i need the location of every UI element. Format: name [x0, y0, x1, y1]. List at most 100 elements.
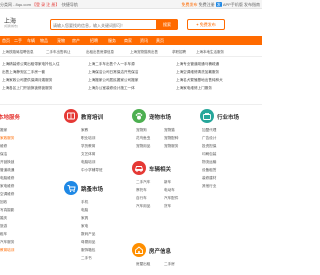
category-item[interactable]: 电脑维修: [0, 176, 14, 181]
category-item[interactable]: 学历教育: [81, 144, 95, 149]
featured-link[interactable]: 上海搬家公司居民搬家公司搬家: [88, 76, 170, 84]
category-item[interactable]: 货车: [164, 204, 171, 209]
category-item[interactable]: 加盟代理: [202, 128, 216, 133]
nav-item-pets[interactable]: 宠物: [57, 38, 65, 44]
category-item[interactable]: 宠物服务: [164, 144, 178, 149]
category-title[interactable]: 本地服务: [0, 113, 20, 121]
category-item[interactable]: 宠物用品: [136, 144, 150, 149]
category-header[interactable]: 车辆相关: [132, 160, 196, 178]
category-item[interactable]: 写真摄影: [0, 208, 14, 213]
category-item[interactable]: 开锁换锁: [0, 160, 14, 165]
strip-link[interactable]: 求职招聘: [172, 50, 186, 55]
category-title[interactable]: 跳蚤市场: [81, 185, 103, 193]
strip-link[interactable]: 上海铁路局招聘信息: [2, 50, 34, 55]
category-item[interactable]: 旅游: [0, 224, 7, 229]
guide-link[interactable]: 发布指南: [244, 2, 260, 7]
category-header[interactable]: 本地服务: [0, 108, 46, 126]
category-item[interactable]: 新车: [164, 180, 171, 185]
category-item[interactable]: 房屋出租: [136, 262, 150, 267]
category-item[interactable]: 电脑培训: [81, 160, 95, 165]
category-item[interactable]: 手机: [81, 200, 88, 205]
nav-item-vehicle[interactable]: 车辆: [27, 38, 35, 44]
featured-link[interactable]: 上海精装修公寓出租带家电拎包入住: [2, 60, 82, 68]
category-item[interactable]: 投资担保: [202, 144, 216, 149]
featured-link[interactable]: 上海专业管道疏通马桶疏通: [176, 60, 260, 68]
strip-link[interactable]: 出租出售房源信息: [86, 50, 114, 55]
featured-link[interactable]: 上海家政公司提供保姆月嫂服务: [2, 76, 82, 84]
category-item[interactable]: 维修: [0, 144, 7, 149]
featured-link[interactable]: 出售上海静安区二手房一套: [2, 68, 82, 76]
category-title[interactable]: 教育培训: [81, 113, 103, 121]
register-free-link[interactable]: 免费注册: [199, 2, 215, 7]
category-item[interactable]: 宠物狗: [136, 128, 147, 133]
register-link[interactable]: 注 册】: [46, 2, 59, 7]
post-button[interactable]: + 免费发布: [187, 19, 225, 30]
category-item[interactable]: 管道疏通: [0, 168, 14, 173]
category-item[interactable]: 文艺体育: [81, 152, 95, 157]
featured-link[interactable]: 上海名犬繁殖基地出售纯种犬: [176, 76, 260, 84]
category-item[interactable]: 家电维修: [0, 184, 14, 189]
category-item[interactable]: 中小学辅导班: [81, 168, 103, 173]
category-item[interactable]: 服饰箱包: [81, 248, 95, 253]
strip-link[interactable]: 上海宠物猫狗出售: [130, 50, 158, 55]
category-item[interactable]: 职业培训: [81, 136, 95, 141]
category-title[interactable]: 行业市场: [217, 113, 239, 121]
free-post-link[interactable]: 免费发布: [181, 2, 197, 7]
nav-item-jobs[interactable]: 招聘: [90, 38, 98, 44]
category-header[interactable]: 行业市场: [200, 108, 262, 126]
category-item[interactable]: 宠物猫: [164, 128, 175, 133]
category-item[interactable]: 物流运输: [202, 160, 216, 165]
search-input[interactable]: [53, 21, 147, 29]
search-button[interactable]: 搜索: [156, 19, 178, 30]
category-item[interactable]: 家具: [81, 216, 88, 221]
category-item[interactable]: 汽车用品: [136, 204, 150, 209]
category-header[interactable]: 宠物市场: [132, 108, 196, 126]
category-item[interactable]: 其他行业: [202, 184, 216, 189]
quick-nav-link[interactable]: ·快捷导航: [61, 2, 78, 7]
featured-link[interactable]: 上海空调维修清洗加氟服务: [176, 68, 260, 76]
category-item[interactable]: 母婴用品: [81, 240, 95, 245]
category-item[interactable]: 二手房: [164, 262, 175, 267]
nav-item-service[interactable]: 服务: [108, 38, 116, 44]
category-header[interactable]: 教育培训: [64, 108, 128, 126]
nav-item-news[interactable]: 资讯: [140, 38, 148, 44]
nav-item-goods[interactable]: 物品: [40, 38, 48, 44]
category-item[interactable]: 家教: [81, 128, 88, 133]
category-item[interactable]: 婚庆: [0, 216, 7, 221]
category-item[interactable]: 保洁: [0, 152, 7, 157]
category-item[interactable]: 回收: [0, 200, 7, 205]
category-item[interactable]: 电脑: [81, 208, 88, 213]
login-link[interactable]: 【登 录: [32, 2, 45, 7]
nav-item-used[interactable]: 二手: [14, 38, 22, 44]
category-item[interactable]: 二手书: [81, 256, 92, 261]
category-item[interactable]: 广告设计: [202, 136, 216, 141]
nav-item-house[interactable]: 房产: [72, 38, 80, 44]
nav-item-yellowpages[interactable]: 黄页: [156, 38, 164, 44]
nav-item-shops[interactable]: 商家: [124, 38, 132, 44]
category-title[interactable]: 房产信息: [149, 247, 171, 255]
category-header[interactable]: 跳蚤市场: [64, 180, 128, 198]
featured-link[interactable]: 上海各区上门开锁换锁修锁服务: [2, 84, 82, 92]
strip-link[interactable]: 二手车出售转让: [46, 50, 71, 55]
category-item[interactable]: 教育培训: [0, 248, 14, 253]
featured-link[interactable]: 上海办公室装修设计施工一体: [88, 84, 170, 92]
strip-link[interactable]: 上海本地生活服务: [196, 50, 224, 55]
category-item[interactable]: 自行车: [136, 196, 147, 201]
featured-link[interactable]: 上海家电维修上门服务: [176, 84, 260, 92]
app-link[interactable]: APP手机版: [223, 2, 243, 7]
category-item[interactable]: 汽车配件: [164, 196, 178, 201]
category-item[interactable]: 花鸟鱼虫: [136, 136, 150, 141]
category-item[interactable]: 设备租赁: [202, 168, 216, 173]
category-title[interactable]: 车辆相关: [149, 165, 171, 173]
category-item[interactable]: 二手汽车: [136, 180, 150, 185]
category-header[interactable]: 房产信息: [132, 242, 196, 260]
category-item[interactable]: 家电: [81, 224, 88, 229]
category-item[interactable]: 数码产品: [81, 232, 95, 237]
category-item[interactable]: 家政服务: [0, 136, 14, 141]
switch-city-link[interactable]: [切换城市]: [4, 24, 18, 28]
featured-link[interactable]: 上海二手车出售个人一手车源: [88, 60, 170, 68]
category-item[interactable]: 宠物配种: [164, 136, 178, 141]
category-item[interactable]: 租车: [0, 232, 7, 237]
category-item[interactable]: 汽车服务: [0, 240, 14, 245]
category-item[interactable]: 装修建材: [202, 176, 216, 181]
